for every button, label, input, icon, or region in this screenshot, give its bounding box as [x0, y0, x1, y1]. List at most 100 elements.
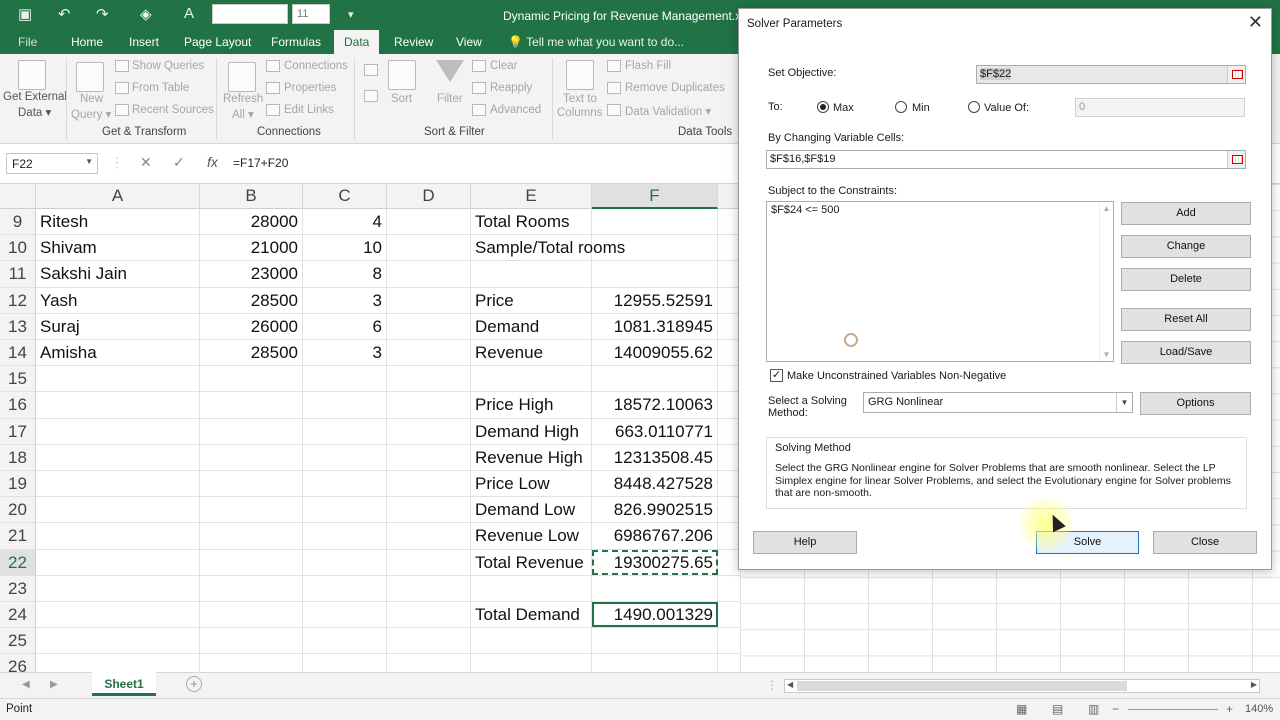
cell-f[interactable] — [592, 235, 718, 261]
remove-duplicates-button[interactable]: Remove Duplicates — [625, 82, 725, 94]
font-color-icon[interactable]: A — [184, 5, 194, 22]
cell-e[interactable]: Price High — [471, 392, 592, 418]
scroll-left-icon[interactable]: ◀ — [787, 680, 793, 689]
cell-d[interactable] — [387, 471, 471, 497]
max-radio[interactable] — [817, 101, 829, 113]
solving-method-select[interactable]: GRG Nonlinear ▼ — [863, 392, 1133, 413]
cell-b[interactable] — [200, 471, 303, 497]
cell-d[interactable] — [387, 235, 471, 261]
sort-az-icon[interactable] — [364, 64, 378, 76]
cell-c[interactable]: 4 — [303, 209, 387, 235]
cell-e[interactable] — [471, 628, 592, 654]
zoom-level[interactable]: 140% — [1245, 703, 1273, 715]
properties-button[interactable]: Properties — [284, 82, 336, 94]
cell-e[interactable]: Total Demand — [471, 602, 592, 628]
cell-b[interactable] — [200, 523, 303, 549]
zoom-out-icon[interactable]: − — [1112, 702, 1119, 716]
cancel-icon[interactable]: ✕ — [140, 154, 152, 171]
add-button[interactable]: Add — [1121, 202, 1251, 225]
close-icon[interactable]: ✕ — [1248, 12, 1263, 33]
cell-g[interactable] — [718, 445, 740, 470]
cell-b[interactable] — [200, 654, 303, 672]
row-header[interactable]: 26 — [0, 654, 36, 672]
cell-f[interactable]: 826.9902515 — [592, 497, 718, 523]
cell-c[interactable]: 10 — [303, 235, 387, 261]
cell-f[interactable]: 663.0110771 — [592, 418, 718, 444]
load-save-button[interactable]: Load/Save — [1121, 341, 1251, 364]
tab-review[interactable]: Review — [394, 35, 433, 49]
save-icon[interactable]: ▣ — [18, 5, 32, 23]
cell-f[interactable] — [592, 654, 718, 672]
row-header[interactable]: 18 — [0, 444, 36, 470]
flash-fill-button[interactable]: Flash Fill — [625, 60, 671, 72]
zoom-in-icon[interactable]: + — [1226, 702, 1233, 716]
edit-links-button[interactable]: Edit Links — [284, 104, 334, 116]
name-box-dropdown-icon[interactable]: ▼ — [85, 157, 93, 166]
row-header[interactable]: 23 — [0, 575, 36, 601]
cell-c[interactable] — [303, 392, 387, 418]
cell-a[interactable]: Sakshi Jain — [36, 261, 200, 287]
column-header-e[interactable]: E — [471, 184, 592, 209]
cell-d[interactable] — [387, 313, 471, 339]
cell-d[interactable] — [387, 287, 471, 313]
customize-toolbar-icon[interactable]: ▾ — [348, 8, 354, 21]
cell-d[interactable] — [387, 654, 471, 672]
cell-f[interactable] — [592, 261, 718, 287]
cell-a[interactable] — [36, 497, 200, 523]
get-external-data-button[interactable]: Get External — [3, 91, 67, 103]
cell-g[interactable] — [718, 288, 740, 313]
cell-e[interactable] — [471, 366, 592, 392]
cell-d[interactable] — [387, 602, 471, 628]
cell-e[interactable]: Total Revenue — [471, 549, 592, 575]
cell-d[interactable] — [387, 340, 471, 366]
enter-icon[interactable]: ✓ — [173, 154, 185, 171]
cell-c[interactable]: 8 — [303, 261, 387, 287]
sheet-tab-sheet1[interactable]: Sheet1 — [92, 672, 156, 696]
cell-d[interactable] — [387, 444, 471, 470]
cell-a[interactable]: Suraj — [36, 313, 200, 339]
cell-f[interactable]: 12955.52591 — [592, 287, 718, 313]
change-button[interactable]: Change — [1121, 235, 1251, 258]
cell-b[interactable] — [200, 575, 303, 601]
options-button[interactable]: Options — [1140, 392, 1251, 415]
cell-a[interactable] — [36, 444, 200, 470]
row-header[interactable]: 24 — [0, 602, 36, 628]
cell-b[interactable] — [200, 392, 303, 418]
row-header[interactable]: 22 — [0, 549, 36, 575]
cell-b[interactable]: 28500 — [200, 340, 303, 366]
cell-d[interactable] — [387, 418, 471, 444]
cell-b[interactable]: 23000 — [200, 261, 303, 287]
font-size-box[interactable]: 11 — [292, 4, 330, 24]
cell-e[interactable]: Demand — [471, 313, 592, 339]
cell-a[interactable] — [36, 654, 200, 672]
cell-a[interactable] — [36, 418, 200, 444]
tab-insert[interactable]: Insert — [129, 35, 159, 49]
cell-b[interactable]: 21000 — [200, 235, 303, 261]
cell-g[interactable] — [718, 392, 740, 417]
row-header[interactable]: 15 — [0, 366, 36, 392]
cell-c[interactable] — [303, 523, 387, 549]
cell-g[interactable] — [718, 602, 740, 627]
column-header-d[interactable]: D — [387, 184, 471, 209]
page-break-view-icon[interactable]: ▥ — [1088, 702, 1099, 716]
cell-a[interactable]: Shivam — [36, 235, 200, 261]
row-header[interactable]: 13 — [0, 313, 36, 339]
cell-g[interactable] — [718, 209, 740, 234]
horizontal-scrollbar-thumb[interactable] — [797, 681, 1127, 691]
cell-c[interactable] — [303, 654, 387, 672]
non-negative-checkbox[interactable]: ✓ — [770, 369, 783, 382]
redo-icon[interactable]: ↷ — [96, 5, 109, 23]
tab-data[interactable]: Data — [334, 30, 380, 54]
page-layout-view-icon[interactable]: ▤ — [1052, 702, 1063, 716]
chevron-down-icon[interactable]: ▼ — [1116, 393, 1132, 412]
cell-b[interactable]: 28500 — [200, 287, 303, 313]
cell-d[interactable] — [387, 523, 471, 549]
row-header[interactable]: 9 — [0, 209, 36, 235]
cell-c[interactable] — [303, 418, 387, 444]
row-header[interactable]: 20 — [0, 497, 36, 523]
cell-f[interactable]: 1081.318945 — [592, 313, 718, 339]
cell-f[interactable] — [592, 628, 718, 654]
connections-button[interactable]: Connections — [284, 60, 348, 72]
new-query-button[interactable]: New — [80, 93, 103, 105]
cell-g[interactable] — [718, 576, 740, 601]
